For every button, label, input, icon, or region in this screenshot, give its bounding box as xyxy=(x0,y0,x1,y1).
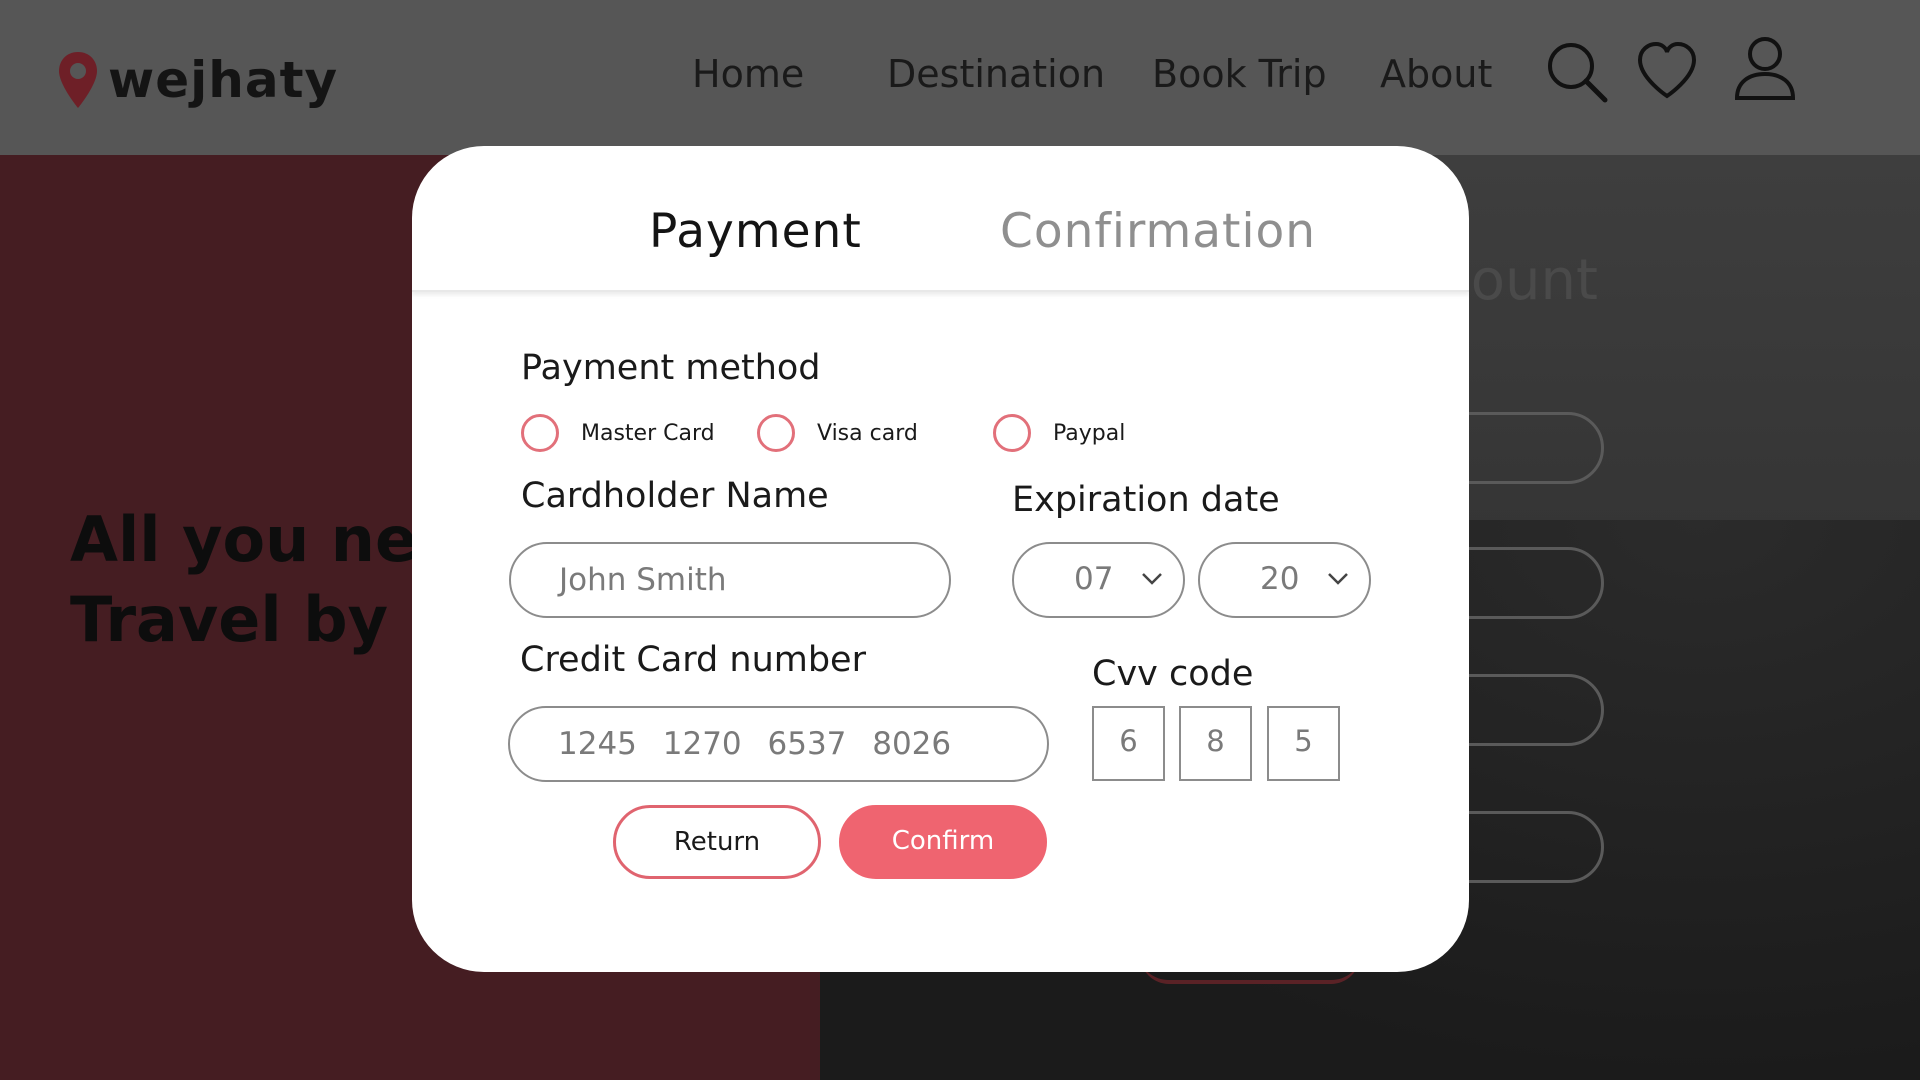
confirm-button[interactable]: Confirm xyxy=(839,805,1047,879)
radio-master-card[interactable]: Master Card xyxy=(521,414,715,452)
expiration-date-label: Expiration date xyxy=(1012,480,1280,520)
payment-modal: Payment Confirmation Payment method Mast… xyxy=(412,146,1469,972)
expiration-year-select[interactable]: 20 xyxy=(1198,542,1371,618)
cvv-digit-1[interactable]: 6 xyxy=(1092,706,1165,781)
nav-home[interactable]: Home xyxy=(692,52,804,96)
expiration-month-value: 07 xyxy=(1074,561,1114,597)
radio-circle[interactable] xyxy=(993,414,1031,452)
expiration-year-value: 20 xyxy=(1260,561,1300,597)
nav-about[interactable]: About xyxy=(1380,52,1492,96)
radio-visa-card[interactable]: Visa card xyxy=(757,414,918,452)
credit-card-number-input[interactable]: 1245 1270 6537 8026 xyxy=(508,706,1049,782)
radio-circle[interactable] xyxy=(757,414,795,452)
cardholder-name-value: John Smith xyxy=(559,562,727,598)
modal-tab-bar: Payment Confirmation xyxy=(412,146,1469,292)
top-navigation-bar: wejhaty Home Destination Book Trip About xyxy=(0,0,1920,155)
hero-headline: All you nee Travel by o xyxy=(70,500,459,660)
location-pin-icon xyxy=(59,52,97,108)
hero-line-2: Travel by o xyxy=(70,583,453,656)
credit-card-number-value: 1245 1270 6537 8026 xyxy=(558,726,952,762)
tab-payment[interactable]: Payment xyxy=(649,204,862,259)
credit-card-number-label: Credit Card number xyxy=(520,640,866,680)
cardholder-name-input[interactable]: John Smith xyxy=(509,542,951,618)
return-button[interactable]: Return xyxy=(613,805,821,879)
expiration-month-select[interactable]: 07 xyxy=(1012,542,1185,618)
brand-logo[interactable]: wejhaty xyxy=(56,40,338,120)
radio-label: Paypal xyxy=(1053,420,1126,446)
cvv-code-label: Cvv code xyxy=(1092,654,1254,694)
tab-confirmation[interactable]: Confirmation xyxy=(1000,204,1316,259)
hero-line-1: All you nee xyxy=(70,503,460,576)
nav-book-trip[interactable]: Book Trip xyxy=(1152,52,1327,96)
radio-label: Master Card xyxy=(581,420,715,446)
chevron-down-icon xyxy=(1328,573,1348,585)
cvv-digit-3[interactable]: 5 xyxy=(1267,706,1340,781)
chevron-down-icon xyxy=(1142,573,1162,585)
radio-label: Visa card xyxy=(817,420,918,446)
nav-destination[interactable]: Destination xyxy=(887,52,1105,96)
payment-method-label: Payment method xyxy=(521,348,821,388)
user-icon[interactable] xyxy=(1733,36,1797,100)
heart-icon[interactable] xyxy=(1635,40,1699,104)
cvv-digit-2[interactable]: 8 xyxy=(1179,706,1252,781)
radio-circle[interactable] xyxy=(521,414,559,452)
search-icon[interactable] xyxy=(1545,40,1609,104)
cardholder-name-label: Cardholder Name xyxy=(521,476,829,516)
radio-paypal[interactable]: Paypal xyxy=(993,414,1125,452)
brand-name: wejhaty xyxy=(108,51,339,109)
